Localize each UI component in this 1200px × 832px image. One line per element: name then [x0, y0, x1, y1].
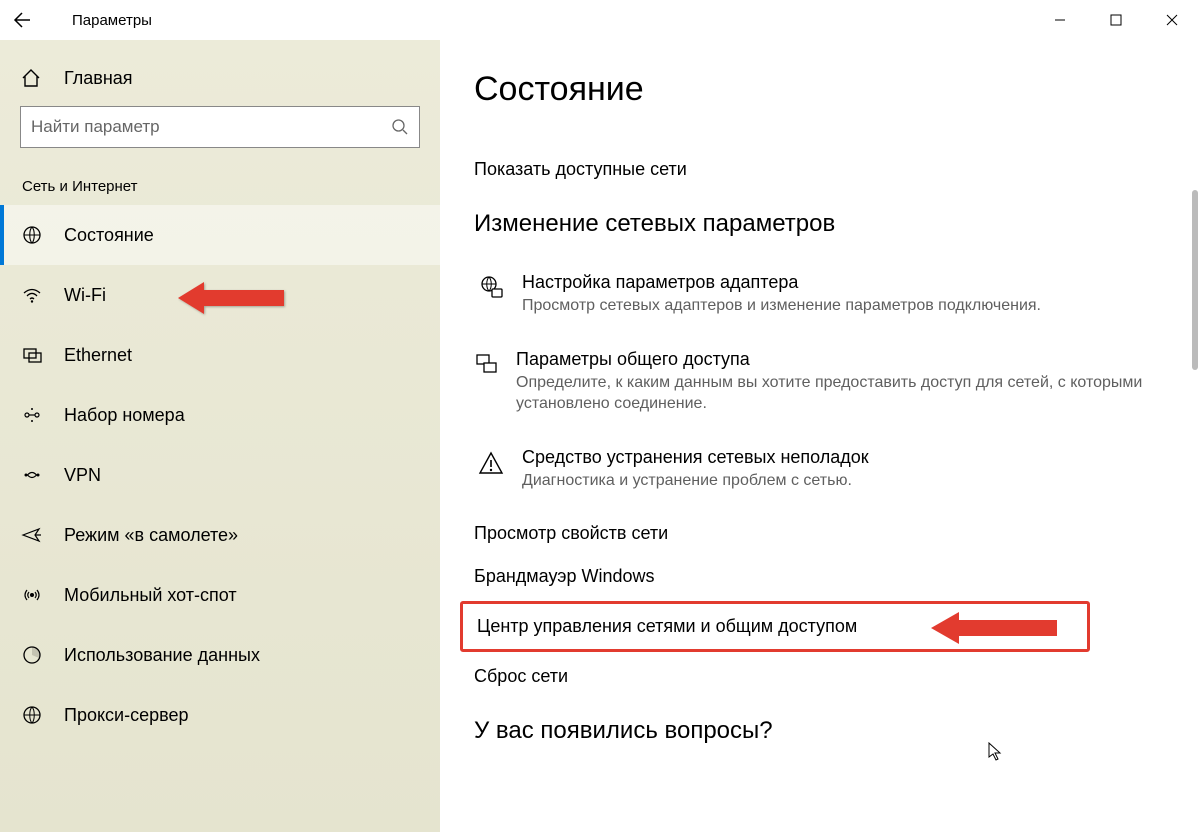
page-title: Состояние	[474, 70, 1166, 109]
window-title: Параметры	[72, 12, 152, 29]
nav-vpn[interactable]: VPN	[0, 445, 440, 505]
home-icon	[20, 67, 44, 89]
reset-link[interactable]: Сброс сети	[474, 666, 1166, 687]
troubleshoot-option[interactable]: Средство устранения сетевых неполадок Ди…	[474, 447, 1166, 492]
ethernet-icon	[20, 344, 44, 366]
nav-label: VPN	[64, 465, 101, 486]
airplane-icon	[20, 524, 44, 546]
questions-heading: У вас появились вопросы?	[474, 717, 1166, 745]
option-text: Настройка параметров адаптера Просмотр с…	[522, 272, 1041, 317]
minimize-button[interactable]	[1032, 0, 1088, 40]
option-desc: Диагностика и устранение проблем с сетью…	[522, 470, 869, 492]
option-desc: Определите, к каким данным вы хотите пре…	[516, 372, 1166, 415]
vpn-icon	[20, 464, 44, 486]
nav-label: Режим «в самолете»	[64, 525, 238, 546]
search-container	[0, 106, 440, 168]
wifi-icon	[20, 284, 44, 306]
nav-label: Состояние	[64, 225, 154, 246]
proxy-icon	[20, 704, 44, 726]
scrollbar-thumb[interactable]	[1192, 190, 1198, 370]
option-text: Средство устранения сетевых неполадок Ди…	[522, 447, 869, 492]
warning-icon	[474, 447, 508, 492]
nav-status[interactable]: Состояние	[0, 205, 440, 265]
nav-label: Набор номера	[64, 405, 185, 426]
option-desc: Просмотр сетевых адаптеров и изменение п…	[522, 295, 1041, 317]
nav-dialup[interactable]: Набор номера	[0, 385, 440, 445]
sharing-center-link[interactable]: Центр управления сетями и общим доступом	[477, 616, 857, 636]
home-label: Главная	[64, 68, 133, 89]
back-button[interactable]	[10, 10, 60, 30]
annotation-arrow-2	[931, 608, 1061, 648]
search-box[interactable]	[20, 106, 420, 148]
hotspot-icon	[20, 584, 44, 606]
nav-hotspot[interactable]: Мобильный хот-спот	[0, 565, 440, 625]
cursor-icon	[988, 742, 1004, 762]
change-settings-heading: Изменение сетевых параметров	[474, 210, 1166, 238]
option-title: Параметры общего доступа	[516, 349, 1166, 370]
nav-ethernet[interactable]: Ethernet	[0, 325, 440, 385]
window-controls	[1032, 0, 1200, 40]
search-input[interactable]	[31, 117, 391, 137]
maximize-button[interactable]	[1088, 0, 1144, 40]
sidebar: Главная Сеть и Интернет Состояние Wi-Fi	[0, 40, 440, 832]
page-content: Состояние Показать доступные сети Измене…	[440, 40, 1200, 745]
nav-airplane[interactable]: Режим «в самолете»	[0, 505, 440, 565]
option-text: Параметры общего доступа Определите, к к…	[516, 349, 1166, 415]
option-title: Средство устранения сетевых неполадок	[522, 447, 869, 468]
main-panel: Состояние Показать доступные сети Измене…	[440, 40, 1200, 832]
search-icon	[391, 118, 409, 136]
view-properties-link[interactable]: Просмотр свойств сети	[474, 523, 1166, 544]
nav-label: Прокси-сервер	[64, 705, 189, 726]
status-icon	[20, 224, 44, 246]
annotation-arrow-1	[178, 276, 288, 320]
titlebar: Параметры	[0, 0, 1200, 40]
section-label: Сеть и Интернет	[0, 168, 440, 205]
nav-label: Wi-Fi	[64, 285, 106, 306]
close-button[interactable]	[1144, 0, 1200, 40]
option-title: Настройка параметров адаптера	[522, 272, 1041, 293]
firewall-link[interactable]: Брандмауэр Windows	[474, 566, 1166, 587]
home-link[interactable]: Главная	[0, 50, 440, 106]
show-networks-link[interactable]: Показать доступные сети	[474, 159, 1166, 180]
adapter-option[interactable]: Настройка параметров адаптера Просмотр с…	[474, 272, 1166, 317]
nav-datausage[interactable]: Использование данных	[0, 625, 440, 685]
nav-proxy[interactable]: Прокси-сервер	[0, 685, 440, 745]
settings-window: Параметры Главная	[0, 0, 1200, 832]
highlighted-sharing-center: Центр управления сетями и общим доступом	[460, 601, 1090, 652]
dialup-icon	[20, 404, 44, 426]
datausage-icon	[20, 644, 44, 666]
nav-label: Ethernet	[64, 345, 132, 366]
sharing-icon	[474, 349, 502, 415]
nav-label: Мобильный хот-спот	[64, 585, 237, 606]
content-area: Главная Сеть и Интернет Состояние Wi-Fi	[0, 40, 1200, 832]
sharing-option[interactable]: Параметры общего доступа Определите, к к…	[474, 349, 1166, 415]
adapter-icon	[474, 272, 508, 317]
nav-label: Использование данных	[64, 645, 260, 666]
